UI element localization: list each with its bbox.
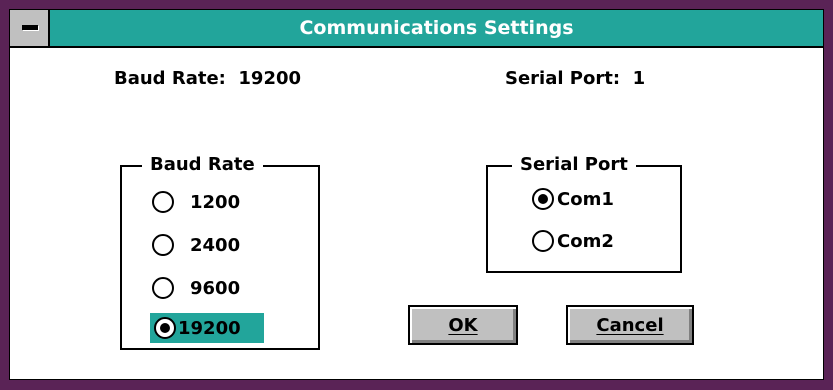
window-title: Communications Settings [299,17,574,39]
baud-rate-status-value: 19200 [238,68,302,89]
port-option-com1[interactable]: Com1 [532,184,614,214]
baud-option-1200[interactable]: 1200 [152,187,240,217]
baud-option-19200[interactable]: 19200 [150,313,264,343]
baud-option-2400[interactable]: 2400 [152,230,240,260]
serial-port-status: Serial Port: 1 [505,68,645,89]
serial-port-group-label: Serial Port [512,154,636,176]
baud-rate-status: Baud Rate: 19200 [114,68,301,89]
radio-unchecked-icon [532,230,554,252]
baud-option-label: 9600 [190,277,241,299]
serial-port-status-label: Serial Port: [505,68,621,89]
baud-rate-group-label: Baud Rate [142,154,263,176]
cancel-button[interactable]: Cancel [566,305,694,345]
radio-unchecked-icon [152,191,174,213]
serial-port-group: Serial Port Com1 Com2 [486,154,682,273]
serial-port-status-value: 1 [632,68,646,89]
ok-button[interactable]: OK [408,305,518,345]
baud-rate-group: Baud Rate 1200 2400 9600 19200 [120,154,320,350]
dialog-client-area: Communications Settings Baud Rate: 19200… [9,9,824,380]
baud-option-label: 1200 [190,191,241,213]
system-menu-icon [22,25,38,30]
communications-settings-dialog: Communications Settings Baud Rate: 19200… [0,0,833,390]
baud-option-label: 2400 [190,234,241,256]
baud-rate-status-label: Baud Rate: [114,68,226,89]
title-bar[interactable]: Communications Settings [10,10,823,48]
baud-option-label: 19200 [178,317,241,339]
radio-checked-icon [532,188,554,210]
system-menu-button[interactable] [10,10,50,46]
radio-unchecked-icon [152,234,174,256]
radio-checked-icon [154,317,176,339]
radio-unchecked-icon [152,277,174,299]
port-option-com2[interactable]: Com2 [532,226,614,256]
port-option-label: Com2 [557,230,614,252]
port-option-label: Com1 [557,188,614,210]
baud-option-9600[interactable]: 9600 [152,273,240,303]
